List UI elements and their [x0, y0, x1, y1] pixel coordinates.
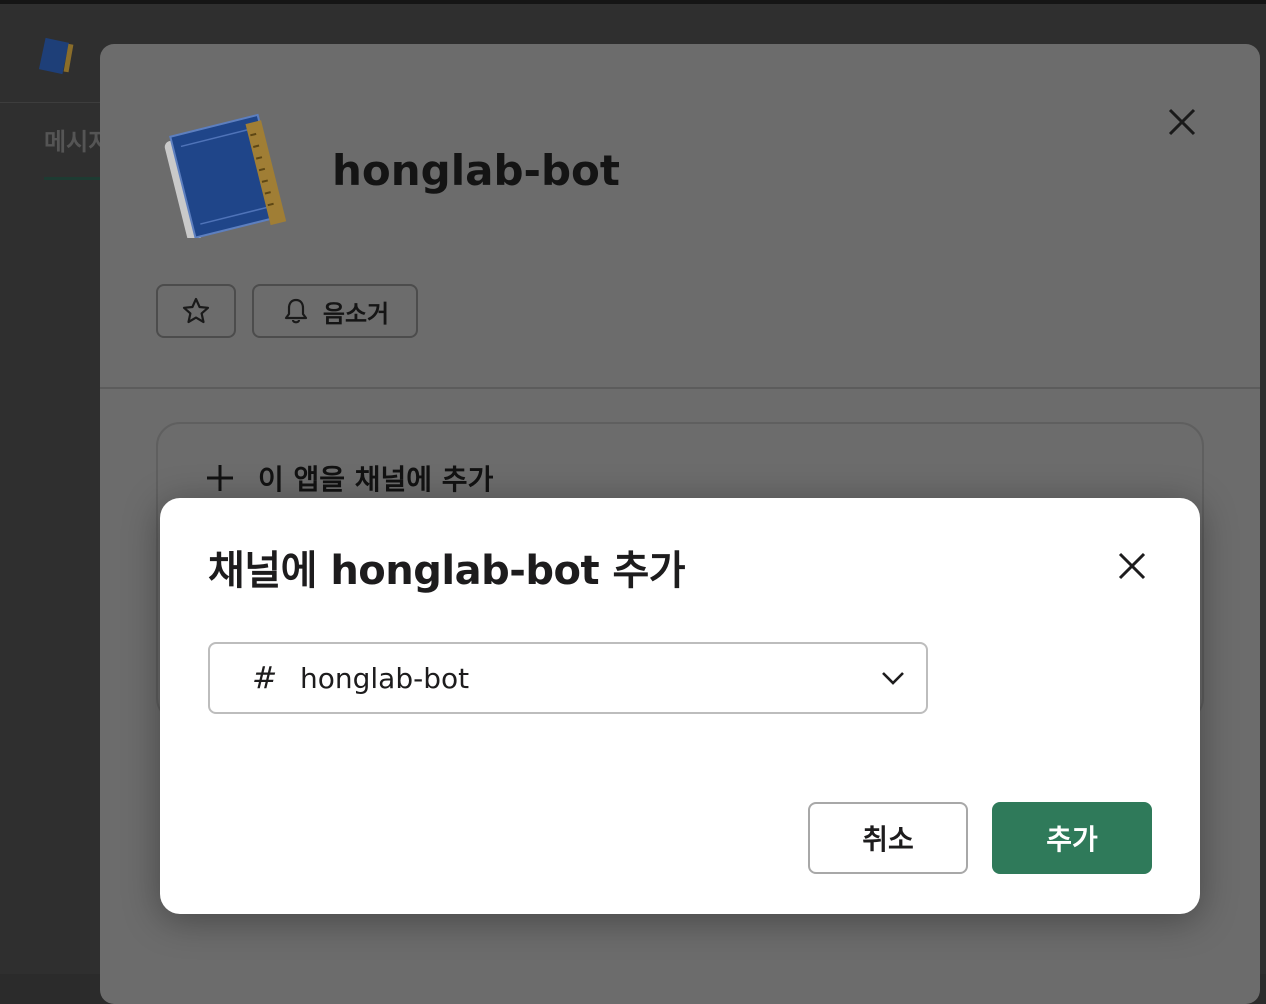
plus-icon	[207, 465, 233, 491]
hash-icon: #	[252, 660, 278, 696]
star-icon	[182, 297, 210, 324]
channel-select-value: honglab-bot	[300, 661, 470, 695]
section-divider	[100, 387, 1260, 389]
mute-button[interactable]: 음소거	[252, 284, 418, 338]
app-name: honglab-bot	[332, 146, 620, 195]
app-icon	[38, 37, 74, 75]
add-to-channel-dialog: 채널에 honglab-bot 추가 # honglab-bot 취소 추가	[160, 498, 1200, 914]
add-to-channel-label: 이 앱을 채널에 추가	[258, 463, 494, 496]
header-divider	[0, 102, 110, 103]
app-icon	[164, 113, 287, 238]
add-button[interactable]: 추가	[992, 802, 1152, 874]
add-to-channel-row[interactable]: 이 앱을 채널에 추가	[204, 458, 493, 498]
chevron-down-icon	[882, 672, 904, 685]
dialog-title: 채널에 honglab-bot 추가	[208, 548, 686, 594]
star-button[interactable]	[156, 284, 236, 338]
app-action-buttons: 음소거	[156, 284, 418, 338]
mute-label: 음소거	[322, 299, 390, 328]
channel-select[interactable]: # honglab-bot	[208, 642, 928, 714]
close-icon[interactable]	[1160, 100, 1204, 144]
bell-icon	[284, 298, 307, 324]
cancel-button[interactable]: 취소	[808, 802, 968, 874]
close-icon[interactable]	[1112, 546, 1152, 586]
